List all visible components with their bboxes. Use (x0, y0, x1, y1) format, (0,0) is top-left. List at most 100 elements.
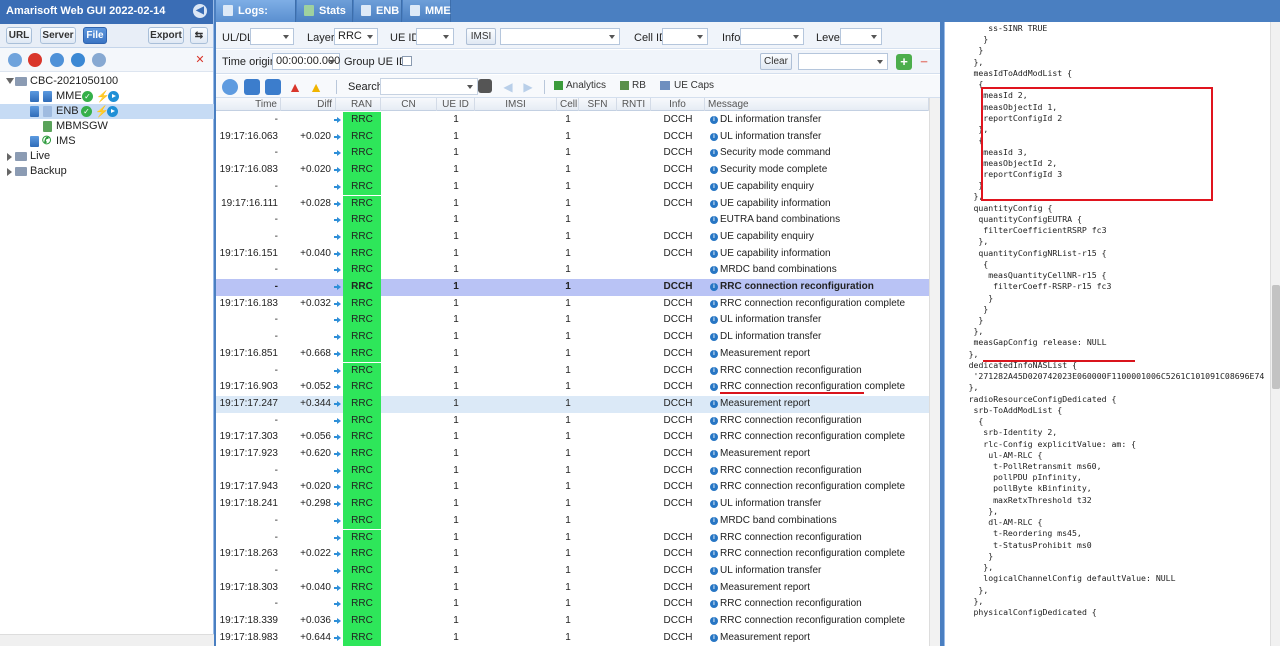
table-row[interactable]: - 1 1 DCCH RRC i UE capability enquiry (216, 178, 929, 196)
prev-icon[interactable] (244, 79, 260, 95)
tab-mme[interactable]: MME (403, 0, 451, 22)
horizontal-scrollbar[interactable] (0, 634, 214, 646)
vertical-scrollbar[interactable] (929, 98, 940, 646)
pause-icon[interactable] (71, 53, 85, 67)
settings-icon[interactable] (92, 53, 106, 67)
analytics-button[interactable]: Analytics (552, 78, 610, 95)
info-icon[interactable]: i (710, 216, 718, 225)
table-row[interactable]: - 1 1 DCCH RRC i DL information transfer (216, 112, 929, 129)
info-icon[interactable]: i (710, 583, 718, 592)
cellid-select[interactable] (662, 28, 708, 45)
table-row[interactable]: 19:17:16.183 +0.032 1 1 DCCH RRC i RRC connecti… (216, 295, 929, 313)
tree-node-backup[interactable]: Backup (0, 164, 214, 179)
tree-node-mbmsgw[interactable]: MBMSGW (0, 119, 214, 134)
info-icon[interactable]: i (710, 466, 718, 475)
export-button[interactable]: Export (148, 27, 184, 44)
next-icon[interactable] (265, 79, 281, 95)
tab-enb[interactable]: ENB (354, 0, 402, 22)
tree-node-mme[interactable]: MME ✓ ⚡ (0, 89, 214, 104)
table-row[interactable]: 19:17:17.303 +0.056 1 1 DCCH RRC i RRC connecti… (216, 429, 929, 446)
tree-node-enb[interactable]: ENB ✓ ⚡ (0, 104, 214, 119)
info-icon[interactable]: i (710, 299, 718, 308)
remove-icon[interactable]: − (916, 54, 932, 70)
tree-node-cbc[interactable]: CBC-2021050100 (0, 74, 214, 89)
table-row[interactable]: 19:17:18.339 +0.036 1 1 DCCH RRC i RRC connecti… (216, 613, 929, 630)
uldl-select[interactable] (250, 28, 294, 45)
table-row[interactable]: - 1 1 DCCH RRC i RRC connection reconfiguratio… (216, 596, 929, 613)
info-icon[interactable]: i (710, 433, 718, 442)
clear-button[interactable]: Clear (760, 53, 792, 70)
info-icon[interactable]: i (710, 500, 718, 509)
table-row[interactable]: 19:17:17.943 +0.020 1 1 DCCH RRC i RRC connecti… (216, 479, 929, 497)
tree-node-ims[interactable]: ✆ IMS (0, 134, 214, 149)
info-select[interactable] (740, 28, 804, 45)
info-icon[interactable]: i (710, 132, 718, 141)
table-row[interactable]: - 1 1 RRC i MRDC band combinations (216, 512, 929, 530)
info-icon[interactable]: i (710, 249, 718, 258)
export-options-icon[interactable]: ⇆ (190, 27, 208, 44)
table-row[interactable]: - 1 1 DCCH RRC i RRC connection reconfiguratio… (216, 362, 929, 380)
table-row[interactable]: - 1 1 RRC i MRDC band combinations (216, 262, 929, 279)
filter-preset-select[interactable] (798, 53, 888, 70)
col-cn[interactable]: CN (381, 98, 437, 111)
table-row[interactable]: - 1 1 DCCH RRC i UL information transfer (216, 562, 929, 580)
table-row[interactable]: - 1 1 DCCH RRC i RRC connection reconfiguratio… (216, 279, 929, 296)
info-icon[interactable]: i (710, 116, 718, 124)
server-button[interactable]: Server (40, 27, 76, 44)
info-icon[interactable]: i (710, 633, 718, 642)
rb-button[interactable]: RB (618, 78, 652, 95)
col-info[interactable]: Info (651, 98, 705, 111)
table-row[interactable]: 19:17:16.851 +0.668 1 1 DCCH RRC i Measurement … (216, 345, 929, 363)
col-message[interactable]: Message (705, 98, 929, 111)
col-imsi[interactable]: IMSI (475, 98, 557, 111)
info-icon[interactable]: i (710, 516, 718, 525)
col-diff[interactable]: Diff (281, 98, 336, 111)
info-icon[interactable]: i (710, 283, 718, 291)
info-icon[interactable]: i (710, 166, 718, 175)
warning-icon[interactable]: ▲ (308, 79, 324, 95)
table-row[interactable]: 19:17:18.983 +0.644 1 1 DCCH RRC i Measurement … (216, 629, 929, 646)
info-icon[interactable]: i (710, 316, 718, 325)
uecaps-button[interactable]: UE Caps (658, 78, 714, 95)
col-cell[interactable]: Cell (557, 98, 579, 111)
level-select[interactable] (840, 28, 882, 45)
ueid-select[interactable] (416, 28, 454, 45)
info-icon[interactable]: i (710, 149, 718, 158)
layer-select[interactable]: RRC (334, 28, 378, 45)
table-row[interactable]: - 1 1 DCCH RRC i Security mode command (216, 145, 929, 163)
url-button[interactable]: URL (6, 27, 32, 44)
tab-logs[interactable]: Logs: 13416 (216, 0, 296, 39)
table-row[interactable]: 19:17:16.083 +0.020 1 1 DCCH RRC i Security mod… (216, 162, 929, 179)
imsi-button[interactable]: IMSI (466, 28, 496, 45)
table-row[interactable]: - 1 1 DCCH RRC i RRC connection reconfiguratio… (216, 412, 929, 430)
expand-icon[interactable] (6, 78, 14, 84)
col-ueid[interactable]: UE ID (437, 98, 475, 111)
collapse-panel-icon[interactable]: ◀ (193, 4, 207, 18)
info-icon[interactable]: i (710, 333, 718, 342)
info-icon[interactable]: i (710, 266, 718, 275)
info-icon[interactable]: i (710, 566, 718, 575)
collapse-icon[interactable] (7, 168, 12, 176)
close-icon[interactable]: ✕ (193, 53, 207, 67)
info-icon[interactable]: i (710, 366, 718, 375)
search-input[interactable] (380, 78, 478, 95)
vertical-scrollbar[interactable] (1270, 22, 1280, 646)
collapse-icon[interactable] (7, 153, 12, 161)
col-rnti[interactable]: RNTI (617, 98, 651, 111)
table-row[interactable]: 19:17:18.263 +0.022 1 1 DCCH RRC i RRC connecti… (216, 546, 929, 563)
stop-icon[interactable] (28, 53, 42, 67)
tree-node-live[interactable]: Live (0, 149, 214, 164)
col-sfn[interactable]: SFN (579, 98, 617, 111)
scroll-thumb[interactable] (1272, 285, 1280, 389)
time-origin-input[interactable]: 00:00:00.000 (272, 53, 340, 70)
table-row[interactable]: 19:17:16.063 +0.020 1 1 DCCH RRC i UL informati… (216, 128, 929, 146)
table-row[interactable]: - 1 1 RRC i EUTRA band combinations (216, 212, 929, 229)
info-icon[interactable]: i (710, 550, 718, 559)
info-icon[interactable]: i (710, 450, 718, 458)
table-row[interactable]: 19:17:17.247 +0.344 1 1 DCCH RRC i Measurement … (216, 395, 929, 413)
file-button[interactable]: File (83, 27, 107, 44)
info-icon[interactable]: i (710, 533, 718, 542)
info-icon[interactable]: i (710, 182, 718, 191)
search-icon[interactable] (8, 53, 22, 67)
table-row[interactable]: - 1 1 DCCH RRC i RRC connection reconfiguratio… (216, 529, 929, 547)
